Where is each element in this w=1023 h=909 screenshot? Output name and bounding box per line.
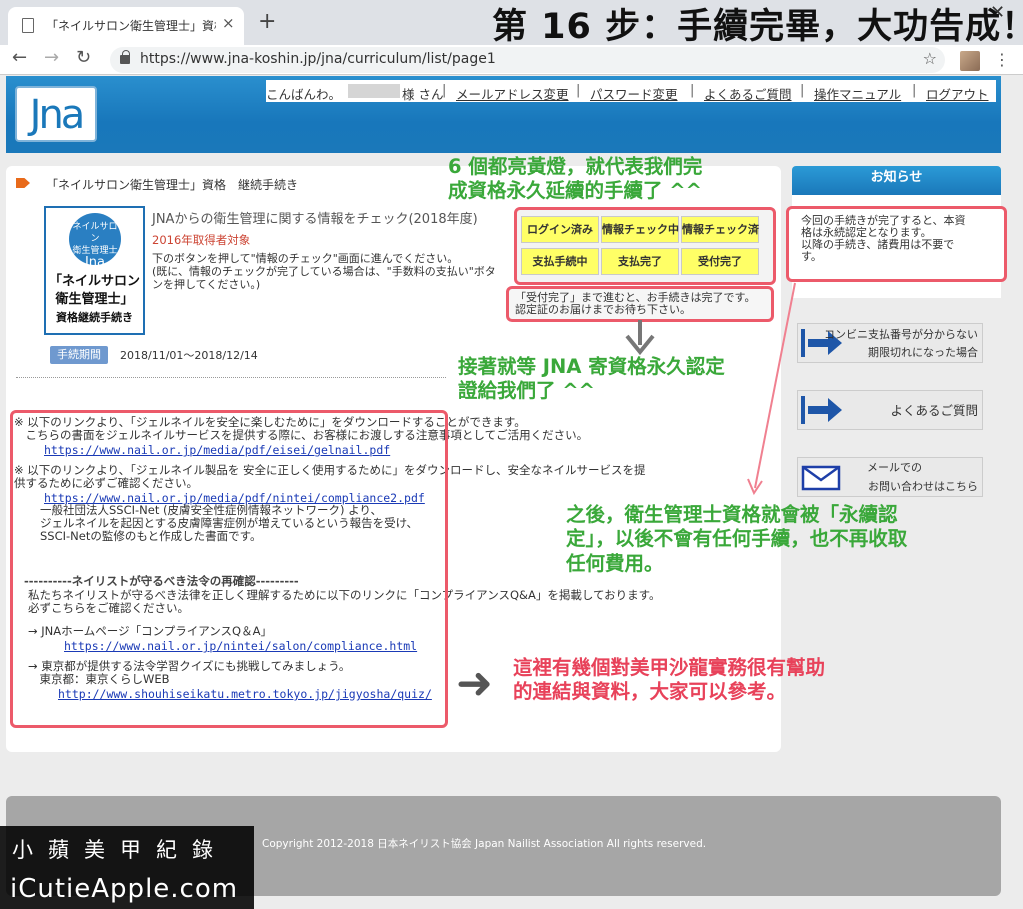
screenshot: 「ネイルサロン衛生管理士」資格 × + ✕ 第 16 步：手續完畢，大功告成！ … [0,0,1023,909]
notice-header: お知らせ [792,166,1001,195]
mail-envelope-icon [801,465,841,491]
watermark-cn: 小蘋美甲紀錄 [12,838,228,862]
nav-link-faq[interactable]: よくあるご質問 [704,84,792,103]
profile-avatar[interactable] [960,51,980,71]
new-tab-button[interactable]: + [258,9,276,34]
page-icon [22,18,34,33]
conveni-payment-button[interactable]: コンビニ支払番号が分からない 期限切れになった場合 [797,323,983,363]
notice-panel: 今回の手続きが完了すると、本資 格は永続認定となります。 以降の手続き、諸費用は… [786,195,1007,298]
url-text[interactable]: https://www.jna-koshin.jp/jna/curriculum… [140,51,496,67]
links-highlight-box [10,410,448,728]
arrow-bullet-icon [16,178,30,188]
nav-separator: | [912,83,917,98]
nav-separator: | [800,83,805,98]
status-payment-pending[interactable]: 支払手続中 [521,248,599,275]
jna-logo[interactable]: Jna [15,86,97,142]
nav-link-manual[interactable]: 操作マニュアル [814,84,901,103]
annotation-permanent: 之後，衛生管理士資格就會被「永續認 定」，以後不會有任何手續，也不再收取 任何費… [566,503,908,575]
annotation-all-lights: 6 個都亮黃燈，就代表我們完 成資格永久延續的手續了 ^^ [448,155,703,203]
blurred-username [348,84,400,98]
annotation-wait-certificate: 接著就等 JNA 寄資格永久認定 證給我們了 ^^ [458,355,725,403]
faq-button[interactable]: よくあるご質問 [797,390,983,430]
reload-icon[interactable]: ↻ [76,47,91,68]
status-note: 「受付完了」まで進むと、お手続きは完了です。 認定証のお届けまでお待ち下さい。 [506,286,774,322]
mail-contact-button[interactable]: メールでの お問い合わせはこちら [797,457,983,497]
status-info-checked[interactable]: 情報チェック済 [681,216,759,243]
status-info-checking[interactable]: 情報チェック中 [601,216,679,243]
period-label: 手続期間 [50,346,108,364]
right-arrow-icon [801,396,842,424]
greeting: こんばんわ。 [266,87,342,102]
browser-tab[interactable]: 「ネイルサロン衛生管理士」資格 × [8,7,244,45]
step-banner: 第 16 步：手續完畢，大功告成！ [492,7,1023,47]
browser-menu-icon[interactable]: ⋮ [994,50,1010,69]
back-arrow-icon[interactable]: ← [12,47,27,68]
watermark: 小蘋美甲紀錄 iCutieApple.com [0,826,254,909]
tab-close-icon[interactable]: × [222,14,235,32]
browser-toolbar: ← → ↻ https://www.jna-koshin.jp/jna/curr… [0,45,1023,75]
header-nav: こんばんわ。 様 さん | メールアドレス変更 | パスワード変更 | よくある… [266,80,996,102]
divider [16,377,446,378]
watermark-en: iCutieApple.com [10,874,239,904]
forward-arrow-icon[interactable]: → [44,47,59,68]
check-heading: JNAからの衛生管理に関する情報をチェック(2018年度) [152,212,478,227]
logo-text: Jna [29,92,86,138]
nav-link-logout[interactable]: ログアウト [926,84,989,103]
badge-emblem: ネイルサロン 衛生管理士 Jna [69,213,121,269]
bookmark-star-icon[interactable]: ☆ [923,49,937,68]
address-bar[interactable]: https://www.jna-koshin.jp/jna/curriculum… [110,47,945,73]
lock-icon [120,50,130,64]
course-title: 「ネイルサロン衛生管理士」資格 継続手続き [46,178,299,192]
tab-title: 「ネイルサロン衛生管理士」資格 [46,19,216,33]
nav-link-password[interactable]: パスワード変更 [590,84,678,103]
status-accepted[interactable]: 受付完了 [681,248,759,275]
check-description: 下のボタンを押して"情報のチェック"画面に進んでください。 (既に、情報のチェッ… [152,252,496,291]
notice-message: 今回の手続きが完了すると、本資 格は永続認定となります。 以降の手続き、諸費用は… [786,206,1007,282]
status-login-done[interactable]: ログイン済み [521,216,599,243]
status-grid: ログイン済み 情報チェック中 情報チェック済 支払手続中 支払完了 受付完了 [514,207,776,285]
nav-separator: | [576,83,581,98]
status-payment-done[interactable]: 支払完了 [601,248,679,275]
nav-separator: | [690,83,695,98]
nav-link-email[interactable]: メールアドレス変更 [456,84,569,103]
arrow-right-icon: ➜ [456,658,493,709]
check-target: 2016年取得者対象 [152,233,251,247]
greeting-suffix: 様 さん [402,87,444,102]
copyright: Copyright 2012-2018 日本ネイリスト協会 Japan Nail… [262,838,707,850]
site-header: Jna こんばんわ。 様 さん | メールアドレス変更 | パスワード変更 | … [6,76,1001,153]
course-badge: ネイルサロン 衛生管理士 Jna 「ネイルサロン 衛生管理士」 資格継続手続き [44,206,145,335]
period-value: 2018/11/01〜2018/12/14 [120,349,258,362]
nav-separator: | [442,83,447,98]
annotation-useful-links: 這裡有幾個對美甲沙龍實務很有幫助 的連結與資料，大家可以參考。 [513,656,826,704]
